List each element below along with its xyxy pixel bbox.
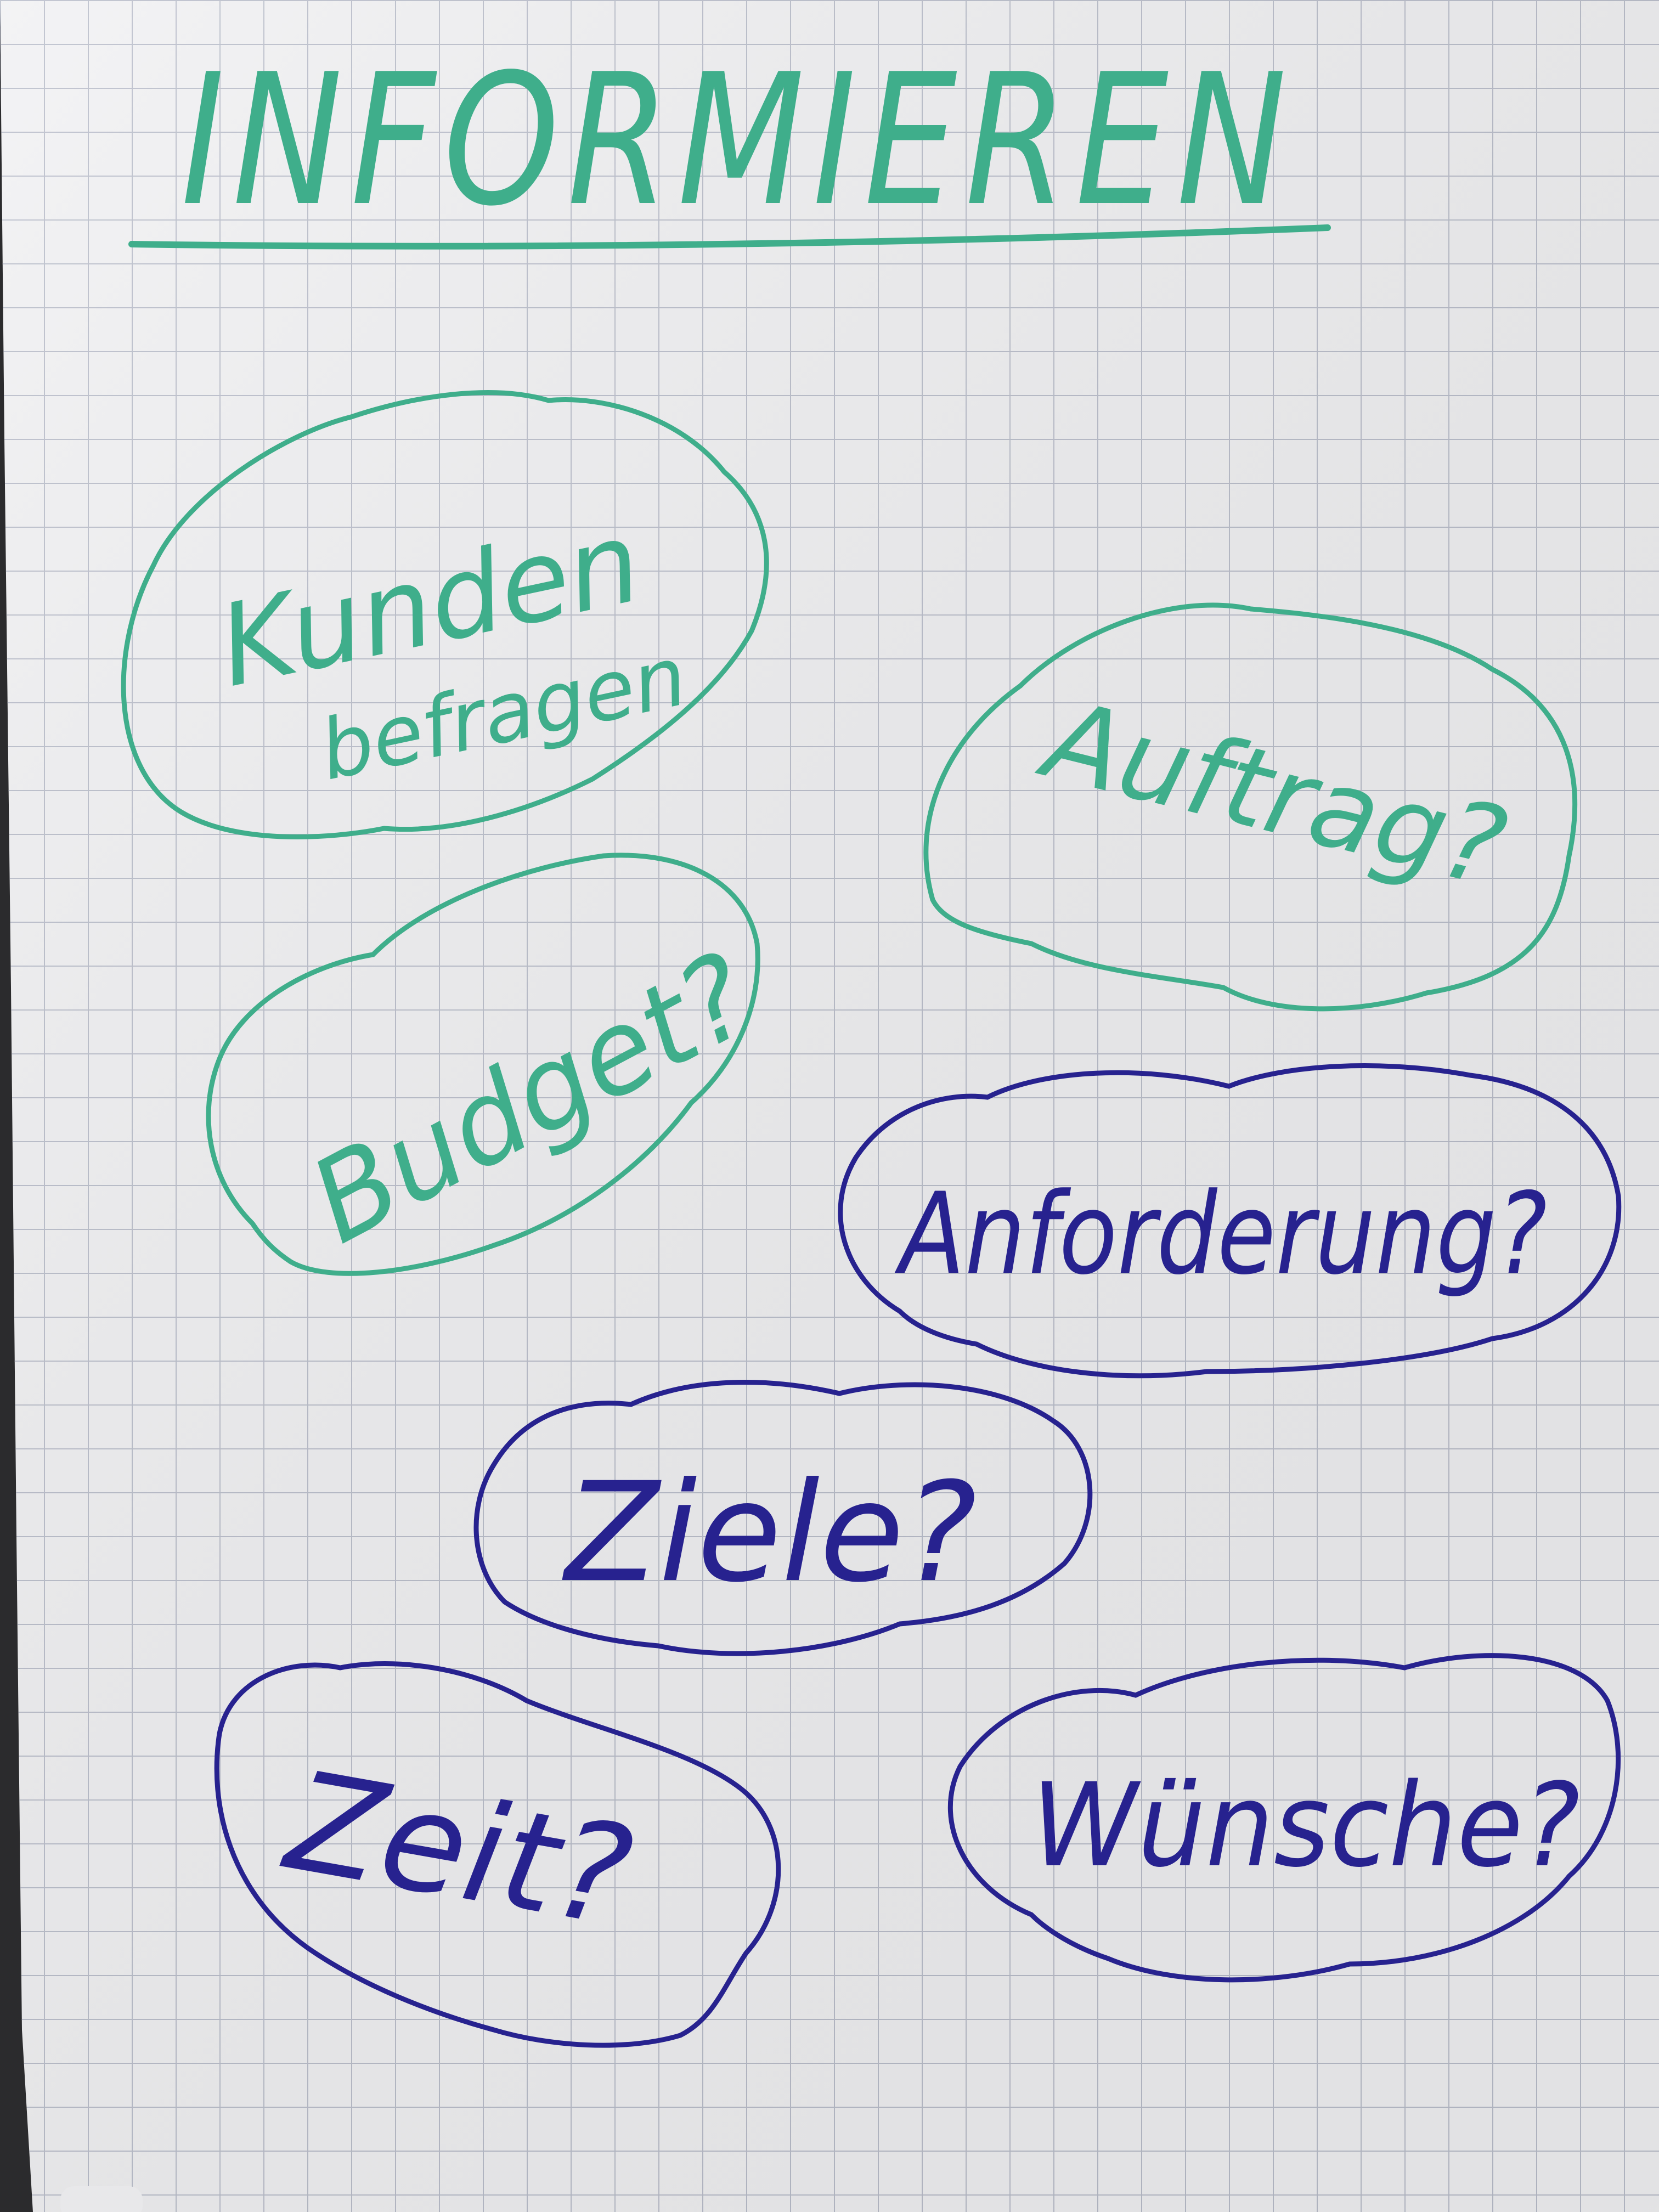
flipchart-photo: INFORMIEREN Kunden befragen Auftrag? Bud… (0, 0, 1659, 2212)
bubble-line-1: Wünsche? (1031, 1758, 1580, 1893)
clamp (60, 2186, 143, 2212)
bubble-line-1: Anforderung? (895, 1169, 1547, 1300)
bubble-line-1: Ziele? (562, 1453, 977, 1612)
title-text: INFORMIEREN (181, 35, 1295, 246)
title-group: INFORMIEREN (128, 35, 1331, 250)
